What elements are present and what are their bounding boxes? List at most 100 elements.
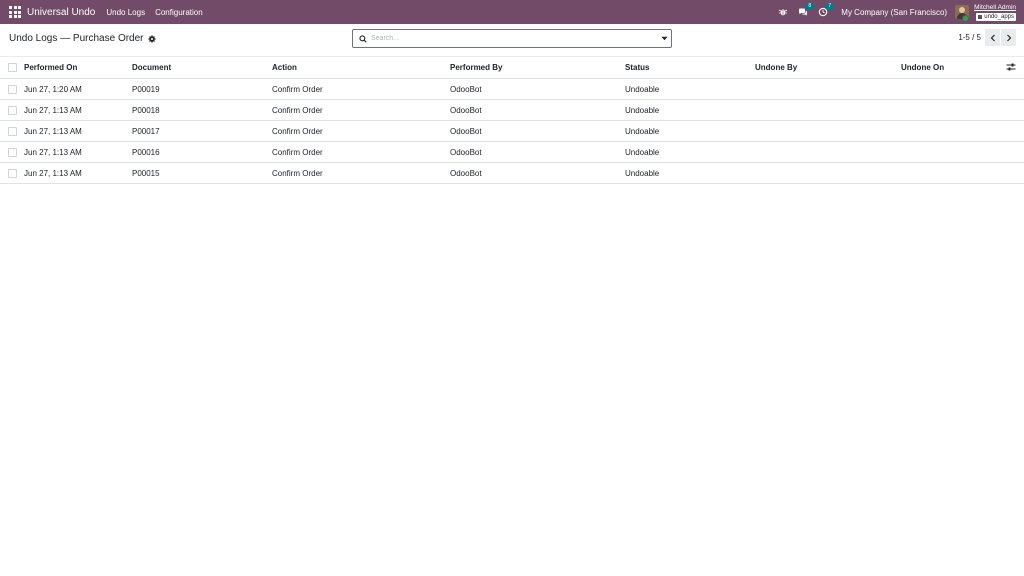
optional-columns-cell xyxy=(1006,57,1024,79)
cell-undone-by[interactable] xyxy=(755,120,901,142)
cell-performed-by[interactable]: OdooBot xyxy=(450,78,625,100)
chevron-left-icon xyxy=(990,34,995,41)
cell-action[interactable]: Confirm Order xyxy=(272,99,450,121)
cell-undone-on[interactable] xyxy=(901,99,1006,121)
row-end-cell xyxy=(1006,99,1024,121)
cell-undone-by[interactable] xyxy=(755,99,901,121)
page-title: Undo Logs — Purchase Order xyxy=(9,33,144,44)
table-row[interactable]: Jun 27, 1:20 AM P00019 Confirm Order Odo… xyxy=(0,78,1024,100)
undo-logs-table: Performed On Document Action Performed B… xyxy=(0,57,1024,184)
table-row[interactable]: Jun 27, 1:13 AM P00015 Confirm Order Odo… xyxy=(0,162,1024,184)
search-icon xyxy=(359,34,367,43)
cell-performed-by[interactable]: OdooBot xyxy=(450,162,625,184)
messages-badge: 8 xyxy=(805,3,815,10)
column-undone-on[interactable]: Undone On xyxy=(901,57,1006,79)
search-input[interactable] xyxy=(371,31,657,46)
cell-performed-on[interactable]: Jun 27, 1:13 AM xyxy=(24,120,132,142)
company-switcher[interactable]: My Company (San Francisco) xyxy=(841,8,947,17)
cell-undone-on[interactable] xyxy=(901,78,1006,100)
table-row[interactable]: Jun 27, 1:13 AM P00017 Confirm Order Odo… xyxy=(0,120,1024,142)
row-end-cell xyxy=(1006,162,1024,184)
pager-next-button[interactable] xyxy=(1001,29,1016,46)
cell-undone-by[interactable] xyxy=(755,141,901,163)
table-row[interactable]: Jun 27, 1:13 AM P00018 Confirm Order Odo… xyxy=(0,99,1024,121)
cell-action[interactable]: Confirm Order xyxy=(272,162,450,184)
column-performed-by[interactable]: Performed By xyxy=(450,57,625,79)
column-undone-by[interactable]: Undone By xyxy=(755,57,901,79)
user-name[interactable]: Mitchell Admin xyxy=(974,4,1016,12)
cell-undone-by[interactable] xyxy=(755,78,901,100)
app-brand[interactable]: Universal Undo xyxy=(27,7,95,18)
cell-performed-by[interactable]: OdooBot xyxy=(450,99,625,121)
cell-performed-by[interactable]: OdooBot xyxy=(450,141,625,163)
activities-badge: 7 xyxy=(825,3,835,10)
cell-performed-on[interactable]: Jun 27, 1:13 AM xyxy=(24,141,132,163)
chat-icon[interactable]: 8 xyxy=(795,3,815,20)
gear-icon[interactable] xyxy=(147,34,156,43)
row-select-cell xyxy=(0,78,24,100)
clock-icon[interactable]: 7 xyxy=(815,3,835,20)
row-checkbox[interactable] xyxy=(8,84,17,94)
pager-previous-button[interactable] xyxy=(985,29,1000,46)
cell-undone-by[interactable] xyxy=(755,162,901,184)
column-document[interactable]: Document xyxy=(132,57,272,79)
cell-performed-on[interactable]: Jun 27, 1:13 AM xyxy=(24,99,132,121)
cell-action[interactable]: Confirm Order xyxy=(272,141,450,163)
search-bar[interactable] xyxy=(352,29,672,48)
user-menu[interactable]: Mitchell Admin undo_apps xyxy=(974,4,1016,21)
row-end-cell xyxy=(1006,120,1024,142)
menu-undo-logs[interactable]: Undo Logs xyxy=(101,8,150,17)
navbar-systray: 8 7 My Company (San Francisco) Mitchell … xyxy=(775,0,1016,24)
row-checkbox[interactable] xyxy=(8,126,17,136)
row-select-cell xyxy=(0,141,24,163)
cell-performed-by[interactable]: OdooBot xyxy=(450,120,625,142)
cell-status[interactable]: Undoable xyxy=(625,99,755,121)
cell-document[interactable]: P00015 xyxy=(132,162,272,184)
row-checkbox[interactable] xyxy=(8,105,17,115)
row-select-cell xyxy=(0,99,24,121)
apps-menu-icon[interactable] xyxy=(8,5,22,19)
cell-document[interactable]: P00016 xyxy=(132,141,272,163)
database-name: undo_apps xyxy=(984,13,1014,20)
cell-document[interactable]: P00019 xyxy=(132,78,272,100)
caret-down-icon xyxy=(661,36,667,41)
cell-status[interactable]: Undoable xyxy=(625,120,755,142)
cell-undone-on[interactable] xyxy=(901,141,1006,163)
select-all-cell xyxy=(0,57,24,79)
cell-status[interactable]: Undoable xyxy=(625,162,755,184)
chevron-right-icon xyxy=(1006,34,1011,41)
row-select-cell xyxy=(0,120,24,142)
row-end-cell xyxy=(1006,78,1024,100)
row-checkbox[interactable] xyxy=(8,147,17,157)
column-action[interactable]: Action xyxy=(272,57,450,79)
row-checkbox[interactable] xyxy=(8,168,17,178)
cell-document[interactable]: P00017 xyxy=(132,120,272,142)
row-end-cell xyxy=(1006,141,1024,163)
cell-status[interactable]: Undoable xyxy=(625,78,755,100)
pager: 1-5 / 5 xyxy=(958,29,1016,46)
cell-performed-on[interactable]: Jun 27, 1:20 AM xyxy=(24,78,132,100)
column-status[interactable]: Status xyxy=(625,57,755,79)
database-badge: undo_apps xyxy=(976,12,1016,21)
cell-undone-on[interactable] xyxy=(901,162,1006,184)
table-header-row: Performed On Document Action Performed B… xyxy=(0,57,1024,79)
row-select-cell xyxy=(0,162,24,184)
column-performed-on[interactable]: Performed On xyxy=(24,57,132,79)
table-row[interactable]: Jun 27, 1:13 AM P00016 Confirm Order Odo… xyxy=(0,141,1024,163)
cell-document[interactable]: P00018 xyxy=(132,99,272,121)
cell-action[interactable]: Confirm Order xyxy=(272,120,450,142)
cell-performed-on[interactable]: Jun 27, 1:13 AM xyxy=(24,162,132,184)
cell-status[interactable]: Undoable xyxy=(625,141,755,163)
database-icon xyxy=(978,14,983,19)
cell-undone-on[interactable] xyxy=(901,120,1006,142)
bug-icon[interactable] xyxy=(775,4,791,20)
online-status-dot xyxy=(962,15,969,22)
cell-action[interactable]: Confirm Order xyxy=(272,78,450,100)
pager-value[interactable]: 1-5 / 5 xyxy=(958,33,981,42)
breadcrumb: Undo Logs — Purchase Order xyxy=(9,33,156,44)
optional-columns-icon[interactable] xyxy=(1006,63,1016,71)
menu-configuration[interactable]: Configuration xyxy=(150,8,208,17)
select-all-checkbox[interactable] xyxy=(8,63,17,73)
control-panel: Undo Logs — Purchase Order 1-5 / 5 xyxy=(0,24,1024,57)
search-options-toggle[interactable] xyxy=(657,30,671,47)
